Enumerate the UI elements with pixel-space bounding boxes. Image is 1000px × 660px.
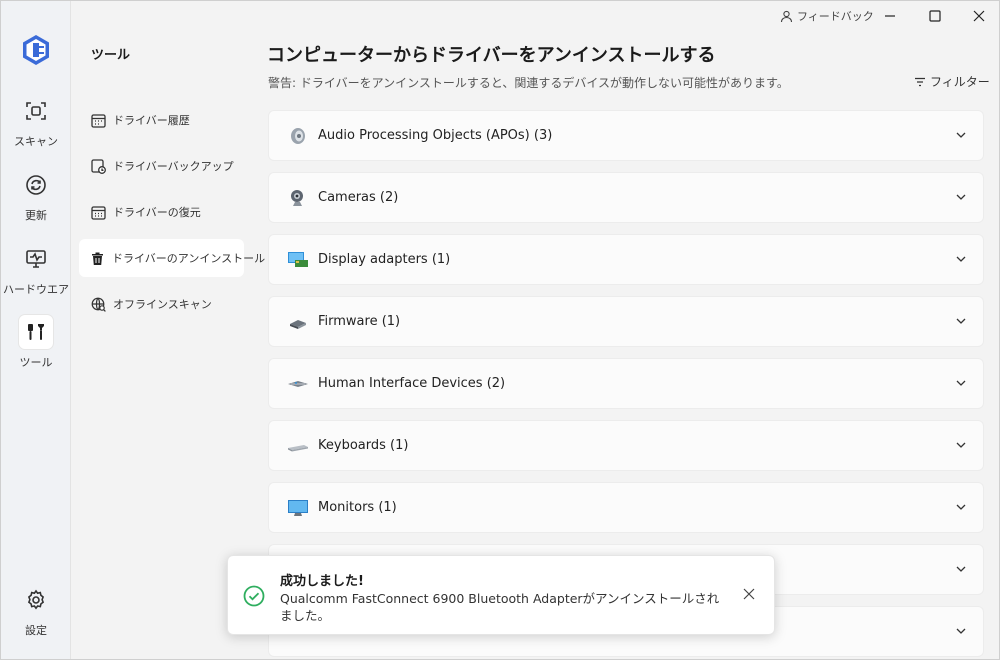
maximize-icon: [929, 10, 941, 22]
rail-label-scan: スキャン: [14, 135, 58, 148]
device-row-label: Human Interface Devices (2): [318, 376, 506, 391]
chevron-down-icon: [956, 132, 966, 138]
page-title: コンピューターからドライバーをアンインストールする: [267, 45, 716, 66]
filter-icon: [915, 77, 925, 86]
left-rail: スキャン 更新 ハードウエア ツール 設定: [1, 1, 71, 659]
maximize-button[interactable]: [912, 1, 958, 31]
subnav-item-driver-backup[interactable]: ドライバーバックアップ: [79, 147, 244, 185]
device-row-apo[interactable]: Audio Processing Objects (APOs) (3): [268, 110, 984, 161]
scan-icon: [19, 94, 53, 128]
feedback-label: フィードバック: [797, 10, 874, 23]
restore-icon: [90, 204, 106, 220]
device-row-monitors[interactable]: Monitors (1): [268, 482, 984, 533]
device-row-cameras[interactable]: Cameras (2): [268, 172, 984, 223]
app-logo-icon: [19, 33, 53, 67]
trash-icon: [90, 250, 105, 266]
device-row-label: Cameras (2): [318, 190, 399, 205]
toast-message: Qualcomm FastConnect 6900 Bluetooth Adap…: [280, 591, 720, 623]
chip-icon: [287, 311, 309, 333]
chevron-down-icon: [956, 194, 966, 200]
rail-item-scan[interactable]: スキャン: [1, 94, 71, 156]
subnav-label: ドライバーのアンインストール: [112, 252, 266, 265]
rail-item-settings[interactable]: 設定: [1, 583, 71, 645]
subnav-label: ドライバー履歴: [113, 114, 190, 127]
device-row-firmware[interactable]: Firmware (1): [268, 296, 984, 347]
rail-label-settings: 設定: [25, 624, 47, 637]
subnav-label: ドライバーの復元: [113, 206, 201, 219]
check-circle-icon: [243, 585, 265, 607]
device-row-label: Firmware (1): [318, 314, 401, 329]
globe-search-icon: [90, 296, 106, 312]
filter-button[interactable]: フィルター: [914, 73, 990, 90]
subnav-title: ツール: [91, 48, 131, 63]
feedback-button[interactable]: フィードバック: [780, 8, 874, 24]
chevron-down-icon: [956, 628, 966, 634]
device-row-label: Display adapters (1): [318, 252, 451, 267]
tools-icon: [19, 315, 53, 349]
toast-title: 成功しました!: [280, 574, 364, 589]
subnav-item-driver-history[interactable]: ドライバー履歴: [79, 101, 244, 139]
rail-label-tools: ツール: [19, 356, 53, 369]
rail-item-update[interactable]: 更新: [1, 168, 71, 230]
warning-text: 警告: ドライバーをアンインストールすると、関連するデバイスが動作しない可能性が…: [268, 76, 789, 90]
backup-icon: [90, 158, 106, 174]
success-toast: 成功しました! Qualcomm FastConnect 6900 Blueto…: [227, 555, 775, 635]
chevron-down-icon: [956, 380, 966, 386]
device-row-label: Audio Processing Objects (APOs) (3): [318, 128, 553, 143]
tools-subnav: ツール ドライバー履歴 ドライバーバックアップ ドライバーの復元 ドライバーのア…: [72, 1, 265, 659]
filter-label: フィルター: [930, 75, 990, 89]
subnav-item-offline-scan[interactable]: オフラインスキャン: [79, 285, 244, 323]
chevron-down-icon: [956, 504, 966, 510]
monitor-icon: [287, 497, 309, 519]
minimize-button[interactable]: [867, 1, 913, 31]
display-adapter-icon: [287, 249, 309, 271]
webcam-icon: [287, 187, 309, 209]
app-window: スキャン 更新 ハードウエア ツール 設定 ツール ドライバー履歴 ドライバーバ…: [0, 0, 1000, 660]
close-icon: [973, 10, 985, 22]
rail-label-hardware: ハードウエア: [3, 283, 69, 296]
speaker-icon: [287, 125, 309, 147]
rail-item-hardware[interactable]: ハードウエア: [1, 242, 71, 304]
chevron-down-icon: [956, 256, 966, 262]
chevron-down-icon: [956, 318, 966, 324]
hid-icon: [287, 373, 309, 395]
chevron-down-icon: [956, 442, 966, 448]
subnav-item-driver-restore[interactable]: ドライバーの復元: [79, 193, 244, 231]
subnav-label: ドライバーバックアップ: [113, 160, 234, 173]
close-icon[interactable]: [743, 588, 755, 600]
device-row-hid[interactable]: Human Interface Devices (2): [268, 358, 984, 409]
minimize-icon: [885, 15, 895, 17]
device-row-keyboards[interactable]: Keyboards (1): [268, 420, 984, 471]
rail-item-tools[interactable]: ツール: [1, 315, 71, 377]
gear-icon: [19, 583, 53, 617]
calendar-icon: [90, 112, 106, 128]
keyboard-icon: [287, 435, 309, 457]
subnav-item-driver-uninstall[interactable]: ドライバーのアンインストール: [79, 239, 265, 277]
rail-label-update: 更新: [25, 209, 47, 222]
device-row-label: Keyboards (1): [318, 438, 409, 453]
person-icon: [780, 10, 793, 22]
refresh-icon: [19, 168, 53, 202]
device-row-label: Monitors (1): [318, 500, 397, 515]
chevron-down-icon: [956, 566, 966, 572]
device-row-display-adapters[interactable]: Display adapters (1): [268, 234, 984, 285]
monitor-pulse-icon: [19, 242, 53, 276]
close-window-button[interactable]: [956, 1, 999, 31]
subnav-label: オフラインスキャン: [113, 298, 212, 311]
